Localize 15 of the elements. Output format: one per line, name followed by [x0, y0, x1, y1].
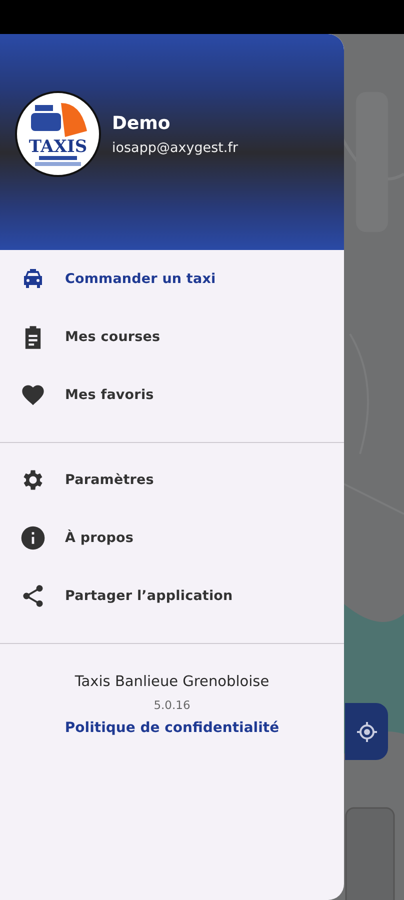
menu-item[interactable]: Commander un taxi	[0, 250, 344, 308]
menu-item[interactable]: Mes favoris	[0, 366, 344, 424]
privacy-link[interactable]: Politique de confidentialité	[64, 720, 280, 736]
menu-item[interactable]: Mes courses	[0, 308, 344, 366]
locate-icon	[354, 720, 378, 744]
locate-button[interactable]	[345, 703, 388, 760]
menu-item[interactable]: À propos	[0, 509, 344, 567]
user-email: iosapp@axygest.fr	[112, 140, 238, 156]
menu-item[interactable]: Partager l’application	[0, 567, 344, 625]
menu-item[interactable]: Paramètres	[0, 451, 344, 509]
info-icon	[19, 524, 47, 552]
logo: TAXIS	[15, 91, 101, 177]
app-version: 5.0.16	[154, 698, 190, 712]
user-name: Demo	[112, 112, 172, 134]
app-name: Taxis Banlieue Grenobloise	[74, 674, 270, 690]
